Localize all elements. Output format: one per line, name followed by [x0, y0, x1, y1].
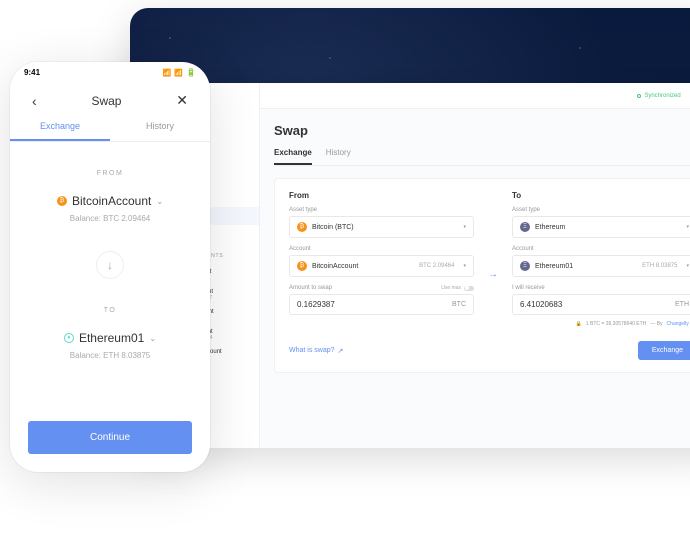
from-account-select[interactable]: ₿ BitcoinAccount ⌄	[28, 189, 192, 208]
ethereum-icon: ♦	[64, 333, 74, 343]
amount-input[interactable]: 0.1629387 BTC	[289, 294, 474, 315]
phone-statusbar: 9:41 📶 📶 🔋	[10, 68, 210, 77]
receive-label: I will receive i	[512, 285, 690, 291]
swap-footer: What is swap? ↗ Exchange	[289, 341, 690, 360]
tab-history[interactable]: History	[326, 148, 351, 165]
lock-icon: 🔒	[576, 321, 582, 327]
account-label: Account	[289, 246, 474, 252]
chevron-down-icon: ▾	[686, 263, 689, 269]
desktop-tabs: Exchange History	[274, 148, 690, 166]
continue-button[interactable]: Continue	[28, 421, 192, 454]
from-account: BitcoinAccount	[72, 194, 151, 208]
signal-icon: 📶	[163, 69, 172, 77]
rate-by: — By	[650, 321, 662, 327]
from-asset-select[interactable]: ₿ Bitcoin (BTC) ▾	[289, 216, 474, 238]
page-content: Swap Exchange History From Asset type ₿ …	[260, 109, 690, 387]
to-account: Ethereum01	[79, 331, 144, 345]
sync-status: Synchronized	[637, 93, 680, 99]
from-account-select[interactable]: ₿ BitcoinAccount BTC 2.09464 ▾	[289, 255, 474, 277]
toggle-icon	[464, 286, 474, 291]
account-name: Ethereum01	[535, 263, 637, 270]
to-asset-select[interactable]: Ξ Ethereum ▾	[512, 216, 690, 238]
wifi-icon: 📶	[174, 69, 183, 77]
from-column: From Asset type ₿ Bitcoin (BTC) ▾ Accoun…	[289, 191, 474, 315]
exchange-button[interactable]: Exchange	[638, 341, 690, 360]
swap-panel: From Asset type ₿ Bitcoin (BTC) ▾ Accoun…	[274, 178, 690, 373]
topbar: Synchronized 👁 ⚙	[260, 83, 690, 109]
from-title: From	[289, 191, 474, 200]
main-content: Synchronized 👁 ⚙ Swap Exchange History F…	[260, 83, 690, 448]
from-label: From	[28, 170, 192, 177]
to-account-select[interactable]: ♦ Ethereum01 ⌄	[28, 326, 192, 345]
chevron-down-icon: ▾	[463, 263, 466, 269]
phone-tab-exchange[interactable]: Exchange	[10, 121, 110, 141]
battery-icon: 🔋	[186, 68, 196, 77]
amount-value: 0.1629387	[297, 300, 335, 309]
chevron-down-icon: ▾	[686, 224, 689, 230]
swap-direction-arrow-icon: →	[488, 269, 498, 280]
bitcoin-icon: ₿	[297, 261, 307, 271]
phone-header: ‹ Swap ✕	[28, 92, 192, 109]
phone-tab-history[interactable]: History	[110, 121, 210, 141]
asset-type-label: Asset type	[289, 207, 474, 213]
bitcoin-icon: ₿	[297, 222, 307, 232]
desktop-app: Menu ◳Portfolio ▢Accounts ↗Send ↙Receive…	[148, 83, 690, 448]
close-button[interactable]: ✕	[176, 92, 188, 109]
to-account-select[interactable]: Ξ Ethereum01 ETH 8.03875 ▾	[512, 255, 690, 277]
to-balance: Balance: ETH 8.03875	[28, 351, 192, 360]
account-name: BitcoinAccount	[312, 263, 414, 270]
to-label: To	[28, 307, 192, 314]
asset-type-label: Asset type	[512, 207, 690, 213]
ethereum-icon: Ξ	[520, 261, 530, 271]
page-title: Swap	[274, 123, 690, 138]
chevron-down-icon: ⌄	[149, 334, 156, 343]
asset-name: Ethereum	[535, 224, 681, 231]
provider-link[interactable]: Changelly	[667, 321, 689, 327]
sync-icon	[637, 94, 641, 98]
amount-unit: BTC	[452, 301, 466, 308]
phone-title: Swap	[91, 94, 121, 108]
what-is-swap-link[interactable]: What is swap? ↗	[289, 347, 343, 355]
ethereum-icon: Ξ	[520, 222, 530, 232]
to-column: To Asset type Ξ Ethereum ▾ Account Ξ Eth…	[512, 191, 690, 327]
receive-unit: ETH	[675, 301, 689, 308]
phone-content: ‹ Swap ✕ Exchange History From ₿ Bitcoin…	[10, 62, 210, 472]
rate-row: 🔒 1 BTC = 39.30578640 ETH — By Changelly…	[512, 321, 690, 327]
sync-label: Synchronized	[644, 93, 680, 99]
account-balance: BTC 2.09464	[419, 263, 454, 269]
back-button[interactable]: ‹	[32, 93, 37, 109]
from-balance: Balance: BTC 2.09464	[28, 214, 192, 223]
receive-value: 6.41020683	[520, 300, 562, 309]
phone-tabs: Exchange History	[10, 121, 210, 142]
account-balance: ETH 8.03875	[642, 263, 677, 269]
external-link-icon: ↗	[338, 347, 344, 355]
tab-exchange[interactable]: Exchange	[274, 148, 312, 165]
swap-direction-button[interactable]: ↓	[96, 251, 124, 279]
chevron-down-icon: ▾	[463, 224, 466, 230]
asset-name: Bitcoin (BTC)	[312, 224, 458, 231]
receive-output: 6.41020683 ETH	[512, 294, 690, 315]
chevron-down-icon: ⌄	[156, 197, 163, 206]
use-max-toggle[interactable]: Use max	[441, 285, 474, 291]
desktop-window: Menu ◳Portfolio ▢Accounts ↗Send ↙Receive…	[130, 8, 690, 448]
account-label: Account	[512, 246, 690, 252]
to-title: To	[512, 191, 690, 200]
rate-text: 1 BTC = 39.30578640 ETH	[586, 321, 646, 327]
mobile-phone: 9:41 📶 📶 🔋 ‹ Swap ✕ Exchange History Fro…	[10, 62, 210, 472]
status-time: 9:41	[24, 68, 40, 77]
amount-label: Amount to swap Use max	[289, 285, 474, 291]
bitcoin-icon: ₿	[57, 196, 67, 206]
